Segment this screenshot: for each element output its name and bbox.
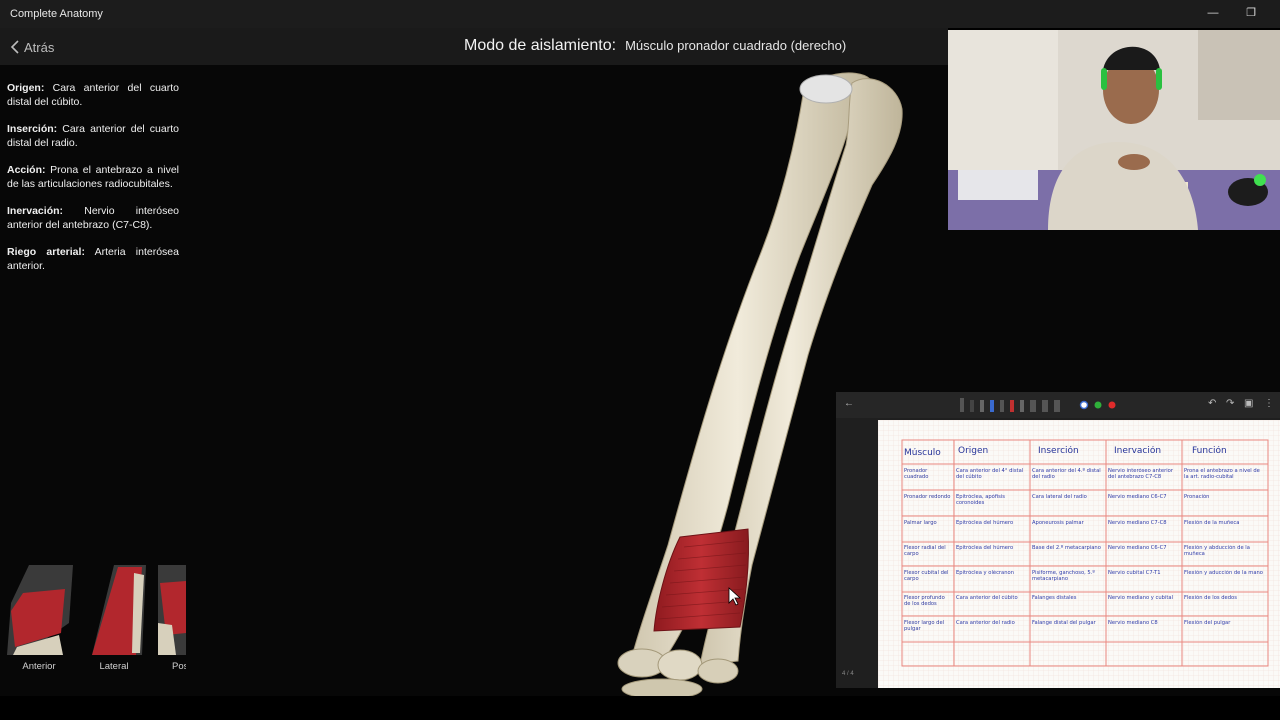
table-cell: Base del 2.º metacarpiano (1032, 545, 1101, 551)
view-anterior[interactable]: Anterior (3, 563, 75, 675)
lateral-thumbnail (92, 565, 146, 655)
view-label: Anterior (22, 661, 56, 672)
table-cell: Flexión del pulgar (1184, 620, 1231, 626)
table-cell: Epitróclea del húmero (956, 545, 1014, 551)
info-insertion: Inserción: Cara anterior del cuarto dist… (7, 123, 179, 149)
table-cell: Pronación (1184, 494, 1210, 500)
table-cell: Nervio mediano C6-C7 (1108, 545, 1167, 551)
table-cell: Nervio mediano C6-C7 (1108, 494, 1167, 500)
table-cell: Flexión de la muñeca (1184, 520, 1240, 526)
anterior-thumbnail (7, 565, 73, 655)
notes-toolbar: ← ↶ ↷ ▣ ⋮ (836, 392, 1280, 418)
redo-icon[interactable]: ↷ (1226, 398, 1234, 409)
view-lateral[interactable]: Lateral (78, 563, 150, 675)
table-cell: Falange distal del pulgar (1032, 620, 1096, 626)
table-cell: Cara anterior del 4.º distal del radio (1032, 468, 1101, 480)
window-titlebar: Complete Anatomy — ❐ (0, 0, 1280, 28)
more-icon[interactable]: ⋮ (1264, 398, 1274, 409)
table-cell: Flexión y abducción de la muñeca (1184, 545, 1250, 557)
page-counter: 4 / 4 (842, 671, 854, 677)
info-innervation: Inervación: Nervio interóseo anterior de… (7, 205, 179, 231)
undo-icon[interactable]: ↶ (1208, 398, 1216, 409)
table-cell: Prona el antebrazo a nivel de la art. ra… (1184, 468, 1260, 480)
table-cell: Cara anterior del 4° distal del cúbito (956, 468, 1024, 480)
table-cell: Flexor cubital del carpo (904, 570, 949, 582)
header-insertion: Inserción (1038, 446, 1079, 456)
webcam-feed (948, 30, 1280, 230)
table-cell: Flexor radial del carpo (904, 545, 946, 557)
back-arrow-icon[interactable]: ← (844, 398, 854, 409)
table-cell: Flexor largo del pulgar (904, 620, 945, 632)
view-label: Lateral (99, 661, 129, 672)
table-cell: Cara lateral del radio (1032, 494, 1087, 500)
table-cell: Flexión y aducción de la mano (1184, 570, 1263, 576)
table-cell: Nervio mediano y cubital (1108, 595, 1174, 601)
restore-icon[interactable]: ❐ (1244, 6, 1258, 20)
app-title: Complete Anatomy (10, 8, 103, 20)
table-cell: Nervio mediano C7-C8 (1108, 520, 1167, 526)
header-muscle: Músculo (904, 448, 941, 458)
chevron-left-icon (10, 40, 19, 54)
minimize-icon[interactable]: — (1206, 6, 1220, 20)
table-cell: Cara anterior del radio (956, 620, 1015, 626)
radial-head (799, 74, 853, 104)
share-icon[interactable]: ▣ (1244, 398, 1253, 409)
table-cell: Cara anterior del cúbito (956, 595, 1018, 601)
muscle-info-panel: Origen: Cara anterior del cuarto distal … (7, 81, 179, 286)
webcam-overlay (948, 30, 1280, 230)
notes-page[interactable]: Músculo Origen Inserción Inervación Func… (878, 420, 1280, 688)
table-cell: Falanges distales (1032, 595, 1077, 601)
header-innervation: Inervación (1114, 446, 1162, 456)
isolation-mode-title: Modo de aislamiento: Músculo pronador cu… (464, 37, 846, 55)
muscle-name: Músculo pronador cuadrado (derecho) (625, 38, 847, 53)
table-cell: Epitróclea y olécranon (956, 570, 1014, 576)
table-cell: Aponeurosis palmar (1032, 520, 1084, 526)
info-action: Acción: Prona el antebrazo a nivel de la… (7, 164, 180, 190)
info-origin: Origen: Cara anterior del cuarto distal … (7, 82, 179, 108)
back-label: Atrás (24, 39, 55, 55)
bottom-bar (0, 696, 1280, 720)
table-cell: Nervio mediano C8 (1108, 620, 1158, 626)
table-cell: Epitróclea, apófisis coronoides (956, 494, 1005, 506)
table-cell: Palmar largo (904, 520, 937, 526)
table-cell: Epitróclea del húmero (956, 520, 1014, 526)
table-cell: Pronador redondo (904, 494, 951, 500)
notes-app-window[interactable]: ← ↶ ↷ ▣ ⋮ 4 / 4 Músculo Origen Inserción… (836, 392, 1280, 688)
top-bar: Atrás Modo de aislamiento: Músculo prona… (0, 28, 948, 65)
table-cell: Pronador cuadrado (904, 468, 929, 480)
pen-tools[interactable] (958, 396, 1068, 414)
info-blood-supply: Riego arterial: Arteria interósea anteri… (7, 246, 179, 272)
color-palette[interactable] (1078, 399, 1118, 411)
view-thumbnails: Anterior Lateral Pos (0, 563, 186, 675)
header-function: Función (1192, 446, 1227, 456)
table-cell: Nervio cubital C7-T1 (1108, 570, 1161, 576)
view-posterior[interactable]: Pos (150, 563, 186, 675)
posterior-thumbnail (158, 565, 186, 655)
table-cell: Nervio interóseo anterior del antebrazo … (1108, 468, 1173, 480)
header-origin: Origen (958, 446, 989, 456)
back-button[interactable]: Atrás (10, 38, 54, 56)
table-cell: Flexor profundo de los dedos (904, 595, 945, 607)
table-cell: Pisiforme, ganchoso, 5.º metacarpiano (1032, 570, 1095, 582)
view-label: Pos (172, 661, 186, 672)
table-cell: Flexión de los dedos (1184, 595, 1237, 601)
mode-label: Modo de aislamiento: (464, 37, 617, 54)
